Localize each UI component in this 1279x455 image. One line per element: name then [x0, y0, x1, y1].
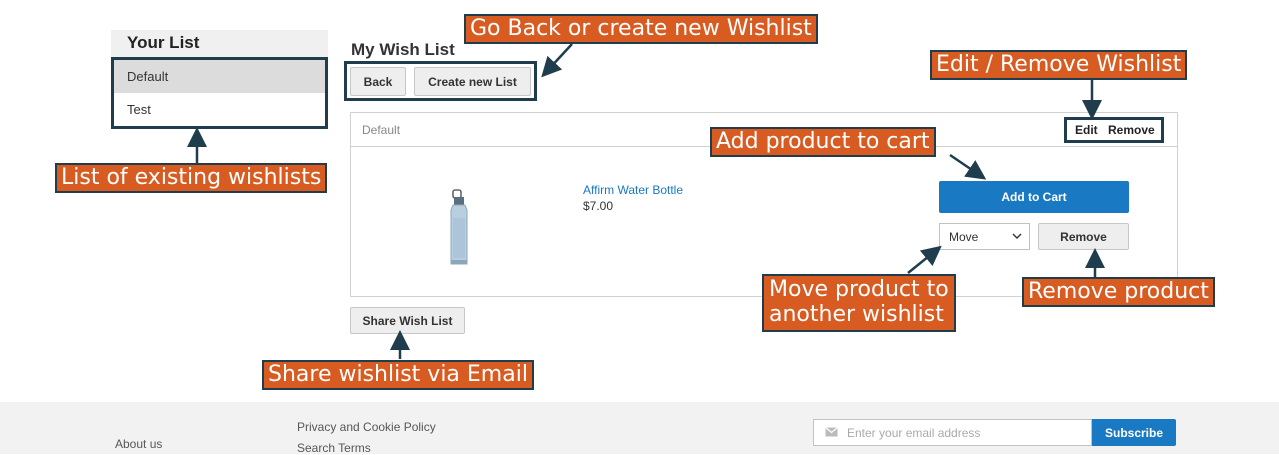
mail-icon: [825, 427, 838, 437]
newsletter-email-input[interactable]: Enter your email address: [813, 419, 1092, 446]
annotation-list-existing: List of existing wishlists: [55, 163, 328, 194]
footer-search-terms-link[interactable]: Search Terms: [297, 441, 371, 455]
annotation-go-back: Go Back or create new Wishlist: [464, 14, 818, 45]
annotation-remove-product: Remove product: [1022, 277, 1215, 308]
annotation-share: Share wishlist via Email: [262, 360, 534, 391]
annotation-move-product: Move product to another wishlist: [762, 274, 956, 332]
footer-privacy-link[interactable]: Privacy and Cookie Policy: [297, 420, 436, 434]
annotation-move-line2: another wishlist: [769, 302, 944, 328]
annotation-add-to-cart: Add product to cart: [710, 127, 936, 158]
subscribe-button[interactable]: Subscribe: [1092, 419, 1176, 446]
annotation-edit-remove: Edit / Remove Wishlist: [930, 50, 1188, 81]
footer-about-link[interactable]: About us: [115, 437, 162, 451]
newsletter-placeholder: Enter your email address: [847, 425, 981, 440]
annotation-move-line1: Move product to: [769, 277, 949, 302]
